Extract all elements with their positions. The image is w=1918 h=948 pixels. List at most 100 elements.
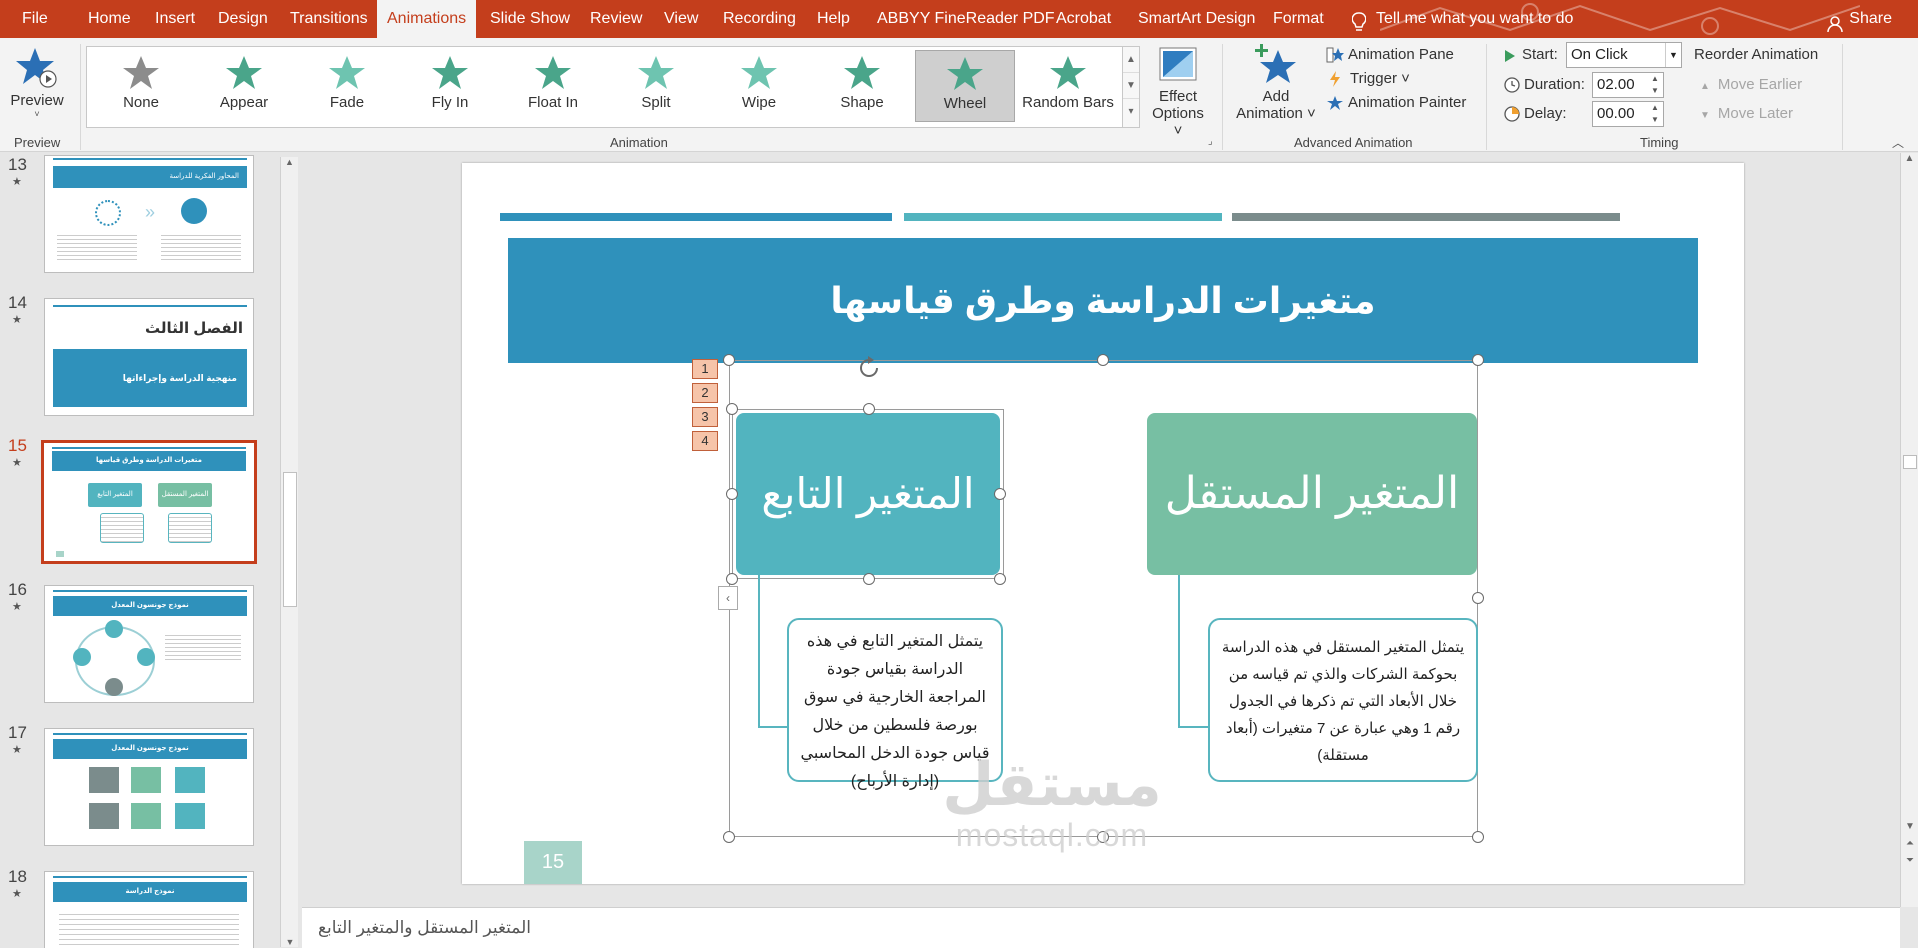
tab-animations[interactable]: Animations (377, 0, 477, 38)
animation-order-tag[interactable]: 2 (692, 383, 718, 403)
tab-insert[interactable]: Insert (155, 0, 195, 38)
resize-handle[interactable] (1472, 831, 1484, 843)
notes-pane[interactable]: المتغير المستقل والمتغير التابع (302, 907, 1900, 948)
slide-title[interactable]: متغيرات الدراسة وطرق قياسها (508, 238, 1698, 363)
tab-transitions[interactable]: Transitions (290, 0, 368, 38)
delay-spinner[interactable]: ▲ ▼ (1647, 102, 1663, 126)
chevron-down-icon: ▼ (1665, 43, 1681, 67)
animation-shape[interactable]: Shape (812, 50, 912, 122)
tab-abbyy[interactable]: ABBYY FineReader PDF (877, 0, 1055, 38)
resize-handle[interactable] (863, 403, 875, 415)
resize-handle[interactable] (726, 488, 738, 500)
thumbnails-scrollbar[interactable]: ▲ ▼ (280, 157, 298, 947)
dialog-launcher-icon[interactable]: ⌟ (1208, 136, 1213, 147)
tab-smartart-design[interactable]: SmartArt Design (1138, 0, 1255, 38)
duration-spinner[interactable]: ▲ ▼ (1647, 73, 1663, 97)
share-button[interactable]: Share (1827, 0, 1892, 38)
add-animation-button[interactable]: Add Animation ˅ (1228, 42, 1324, 134)
tab-slide-show[interactable]: Slide Show (490, 0, 570, 38)
scroll-thumb[interactable] (1903, 455, 1917, 469)
resize-handle[interactable] (1472, 592, 1484, 604)
dependent-variable-box[interactable]: المتغير التابع (736, 413, 1000, 575)
duration-input[interactable]: 02.00 ▲ ▼ (1592, 72, 1664, 98)
slide-thumbnail-13[interactable]: المحاور الفكرية للدراسة » (44, 155, 254, 273)
resize-handle[interactable] (863, 573, 875, 585)
slide-canvas[interactable]: متغيرات الدراسة وطرق قياسها ‹ 1 2 3 4 ال… (462, 163, 1744, 884)
prev-slide-icon[interactable]: ⏶ (1901, 838, 1918, 849)
animation-pane-button[interactable]: Animation Pane (1326, 46, 1454, 63)
resize-handle[interactable] (994, 488, 1006, 500)
rotate-handle-icon[interactable] (856, 355, 882, 381)
timing-group-label: Timing (1640, 135, 1679, 150)
gallery-scroll[interactable]: ▲ ▼ ▾ (1122, 46, 1140, 128)
tab-view[interactable]: View (664, 0, 698, 38)
resize-handle[interactable] (1097, 354, 1109, 366)
animation-star-icon (916, 55, 1014, 93)
animation-float-in[interactable]: Float In (503, 50, 603, 122)
animation-order-tag[interactable]: 3 (692, 407, 718, 427)
slide-thumbnails-pane: 13 ★ المحاور الفكرية للدراسة » 14 ★ الفص… (0, 153, 300, 948)
scroll-up-icon[interactable]: ▲ (1901, 153, 1918, 164)
preview-button[interactable]: Preview ˅ (8, 46, 66, 126)
animation-star-icon: ★ (12, 457, 22, 469)
tab-file[interactable]: File (22, 0, 48, 38)
animation-star-icon: ★ (12, 744, 22, 756)
scroll-thumb[interactable] (283, 472, 297, 607)
thumb-number: 16 (8, 580, 27, 599)
animation-wipe[interactable]: Wipe (709, 50, 809, 122)
tab-design[interactable]: Design (218, 0, 268, 38)
tab-acrobat[interactable]: Acrobat (1056, 0, 1111, 38)
tab-review[interactable]: Review (590, 0, 642, 38)
slide-thumbnail-18[interactable]: نموذج الدراسة (44, 871, 254, 948)
animation-appear[interactable]: Appear (194, 50, 294, 122)
scroll-up-icon[interactable]: ▲ (281, 157, 298, 167)
scroll-down-icon[interactable]: ▼ (281, 937, 299, 947)
tab-help[interactable]: Help (817, 0, 850, 38)
editor-scrollbar[interactable]: ▲ ▼ ⏶ ⏷ (1900, 153, 1918, 907)
text-pane-toggle-icon[interactable]: ‹ (718, 586, 738, 610)
trigger-button[interactable]: Trigger ˅ (1328, 70, 1410, 88)
separator (1842, 44, 1843, 150)
animation-painter-button[interactable]: Animation Painter (1326, 94, 1466, 111)
tab-home[interactable]: Home (88, 0, 131, 38)
independent-variable-box[interactable]: المتغير المستقل (1147, 413, 1477, 575)
resize-handle[interactable] (1472, 354, 1484, 366)
next-slide-icon[interactable]: ⏷ (1901, 855, 1918, 866)
move-earlier-button[interactable]: ▲ Move Earlier (1700, 76, 1802, 93)
delay-label: Delay: (1504, 105, 1567, 122)
animation-fade[interactable]: Fade (297, 50, 397, 122)
thumb-title: نموذج الدراسة (53, 882, 247, 902)
animation-random-bars[interactable]: Random Bars (1018, 50, 1118, 122)
resize-handle[interactable] (723, 354, 735, 366)
tab-format[interactable]: Format (1273, 0, 1324, 38)
animation-order-tag[interactable]: 1 (692, 359, 718, 379)
scroll-down-icon[interactable]: ▼ (1901, 821, 1918, 832)
animation-fly-in[interactable]: Fly In (400, 50, 500, 122)
effect-options-button[interactable]: Effect Options ˅ (1146, 46, 1210, 139)
animation-order-tag[interactable]: 4 (692, 431, 718, 451)
start-select[interactable]: On Click ▼ (1566, 42, 1682, 68)
move-later-button[interactable]: ▼ Move Later (1700, 105, 1793, 122)
delay-input[interactable]: 00.00 ▲ ▼ (1592, 101, 1664, 127)
slide-thumbnail-16[interactable]: نموذج جونسون المعدل (44, 585, 254, 703)
resize-handle[interactable] (723, 831, 735, 843)
slide-thumbnail-17[interactable]: نموذج جونسون المعدل (44, 728, 254, 846)
preview-label: Preview (10, 92, 64, 109)
slide-thumbnail-15[interactable]: متغيرات الدراسة وطرق قياسها المتغير التا… (41, 440, 257, 564)
resize-handle[interactable] (726, 573, 738, 585)
resize-handle[interactable] (994, 573, 1006, 585)
slide-thumbnail-14[interactable]: الفصل الثالث منهجية الدراسة وإجراءاتها (44, 298, 254, 416)
animation-star-icon (91, 54, 191, 92)
animation-split[interactable]: Split (606, 50, 706, 122)
animation-wheel[interactable]: Wheel (915, 50, 1015, 122)
duration-label: Duration: (1504, 76, 1585, 93)
resize-handle[interactable] (726, 403, 738, 415)
thumb-number: 14 (8, 293, 27, 312)
animation-label: Fade (329, 94, 365, 111)
collapse-ribbon-icon[interactable]: ︿ (1892, 134, 1904, 151)
tab-recording[interactable]: Recording (723, 0, 796, 38)
animation-none[interactable]: None (91, 50, 191, 122)
start-label: Start: (1504, 46, 1558, 63)
separator (1486, 44, 1487, 150)
tell-me-search[interactable]: Tell me what you want to do (1351, 0, 1573, 38)
